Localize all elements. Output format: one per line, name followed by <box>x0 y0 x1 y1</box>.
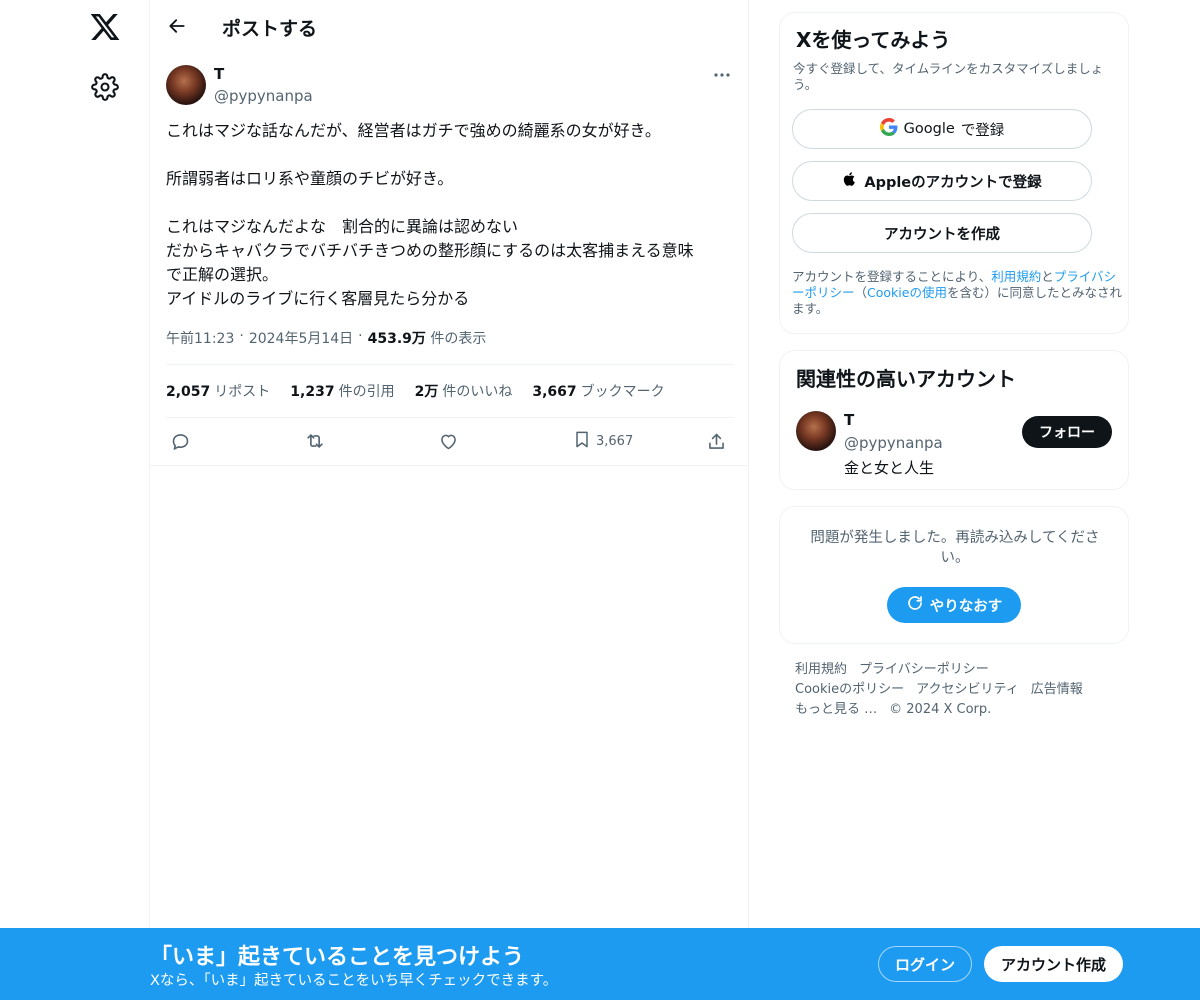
google-signup-label: で登録 <box>960 122 1005 139</box>
bookmark-icon <box>572 429 592 454</box>
signup-banner: 「いま」起きていることを見つけよう Xなら、「いま」起きていることをいち早くチェ… <box>0 928 1200 1000</box>
bookmarks-stat[interactable]: 3,667 ブックマーク <box>532 381 664 401</box>
related-account-name[interactable]: T <box>844 411 854 429</box>
arrow-left-icon[interactable] <box>162 11 192 41</box>
retry-label: やりなおす <box>929 598 1003 615</box>
footer-terms-link[interactable]: 利用規約 <box>795 662 847 677</box>
create-account-button[interactable]: アカウントを作成 <box>792 213 1092 253</box>
banner-subtitle: Xなら、「いま」起きていることをいち早くチェックできます。 <box>150 973 558 989</box>
divider <box>166 364 734 365</box>
signup-card-title: Xを使ってみよう <box>796 28 951 52</box>
avatar[interactable] <box>796 411 836 451</box>
legal-text: と <box>1041 269 1054 284</box>
post-actions: 3,667 <box>150 427 749 457</box>
bookmarks-count: 3,667 <box>532 384 577 400</box>
quotes-count: 1,237 <box>290 384 335 400</box>
reposts-stat[interactable]: 2,057 リポスト <box>166 381 270 401</box>
terms-link[interactable]: 利用規約 <box>991 269 1041 284</box>
post-time[interactable]: 午前11:23 <box>166 328 234 348</box>
gear-icon[interactable] <box>91 73 119 101</box>
error-message: 問題が発生しました。再読み込みしてください。 <box>810 530 1100 566</box>
related-account-bio: 金と女と人生 <box>844 459 935 477</box>
meta-separator: · <box>239 328 244 344</box>
author-name[interactable]: T <box>214 65 224 83</box>
likes-count: 2万 <box>414 384 439 400</box>
reposts-label: リポスト <box>214 384 271 400</box>
google-signup-button[interactable]: Google で登録 <box>792 109 1092 149</box>
post-detail-column: ポストする T @pypynanpa これはマジな話なんだが、経営者はガチで強め… <box>150 0 749 1000</box>
left-nav <box>0 0 150 1000</box>
banner-create-account-button[interactable]: アカウント作成 <box>984 946 1123 982</box>
signup-card-subtitle: 今すぐ登録して、タイムラインをカスタマイズしましょう。 <box>793 61 1104 92</box>
retry-button[interactable]: やりなおす <box>887 587 1021 623</box>
post-line: これはマジなんだよな 割合的に異論は認めない <box>166 217 519 236</box>
quotes-label: 件の引用 <box>338 384 395 400</box>
post-line: だからキャバクラでバチバチきつめの整形顔にするのは太客捕まえる意味 <box>166 241 694 260</box>
footer-links: 利用規約 プライバシーポリシー Cookieのポリシー アクセシビリティ 広告情報 も… <box>795 660 1115 720</box>
footer-ads-link[interactable]: 広告情報 <box>1031 682 1083 697</box>
avatar[interactable] <box>166 65 206 105</box>
apple-icon <box>842 170 858 192</box>
footer-privacy-link[interactable]: プライバシーポリシー <box>859 662 989 677</box>
post-line: 所謂弱者はロリ系や童顔のチビが好き。 <box>166 169 454 188</box>
related-account-handle[interactable]: @pypynanpa <box>844 434 943 452</box>
signup-card: Xを使ってみよう 今すぐ登録して、タイムラインをカスタマイズしましょう。 Goo… <box>779 12 1129 334</box>
share-icon[interactable] <box>706 427 727 455</box>
cookie-link[interactable]: Cookieの使用 <box>867 285 947 300</box>
top-bar: ポストする <box>150 0 749 53</box>
follow-button[interactable]: フォロー <box>1022 416 1112 448</box>
login-button[interactable]: ログイン <box>878 946 972 982</box>
post-line: で正解の選択。 <box>166 265 279 284</box>
page-title: ポストする <box>222 18 318 40</box>
divider <box>150 465 749 466</box>
repost-icon[interactable] <box>304 427 326 455</box>
footer-cookie-link[interactable]: Cookieのポリシー <box>795 682 904 697</box>
meta-separator: · <box>358 328 363 344</box>
bookmark-count: 3,667 <box>596 433 634 449</box>
footer-row: 利用規約 プライバシーポリシー <box>795 660 1115 680</box>
post-date[interactable]: 2024年5月14日 <box>249 328 353 348</box>
post-line: アイドルのライブに行く客層見たら分かる <box>166 289 470 308</box>
engagement-stats: 2,057 リポスト 1,237 件の引用 2万 件のいいね 3,667 ブックマーク <box>166 381 665 401</box>
footer-row: もっと見る … © 2024 X Corp. <box>795 700 1115 720</box>
divider <box>166 417 734 418</box>
related-card-title: 関連性の高いアカウント <box>796 367 1016 391</box>
view-count-value: 453.9万 <box>367 331 426 347</box>
reply-icon[interactable] <box>170 427 191 455</box>
error-card: 問題が発生しました。再読み込みしてください。 やりなおす <box>779 506 1129 644</box>
create-account-label: アカウントを作成 <box>884 226 1000 243</box>
legal-text: （ <box>854 285 868 300</box>
like-icon[interactable] <box>438 427 459 455</box>
author-handle[interactable]: @pypynanpa <box>214 87 313 105</box>
quotes-stat[interactable]: 1,237 件の引用 <box>290 381 394 401</box>
footer-copyright: © 2024 X Corp. <box>889 702 992 717</box>
google-icon <box>879 118 898 140</box>
bookmarks-label: ブックマーク <box>580 384 665 400</box>
bookmark-button[interactable]: 3,667 <box>572 427 633 455</box>
post-line: これはマジな話なんだが、経営者はガチで強めの綺麗系の女が好き。 <box>166 121 661 140</box>
legal-notice: アカウントを登録することにより、利用規約とプライバシーポリシー（Cookieの使… <box>792 269 1122 317</box>
reposts-count: 2,057 <box>166 384 211 400</box>
footer-row: Cookieのポリシー アクセシビリティ 広告情報 <box>795 680 1115 700</box>
related-accounts-card: 関連性の高いアカウント T @pypynanpa 金と女と人生 フォロー <box>779 350 1129 490</box>
post-meta: 午前11:23 · 2024年5月14日 · 453.9万 件の表示 <box>166 328 486 348</box>
post-line-blank <box>166 191 734 215</box>
likes-label: 件のいいね <box>442 384 513 400</box>
x-logo-icon[interactable] <box>89 11 121 43</box>
legal-text: アカウントを登録することにより、 <box>792 269 992 284</box>
google-brand-label: Google <box>903 121 955 137</box>
likes-stat[interactable]: 2万 件のいいね <box>415 381 513 401</box>
post-text: これはマジな話なんだが、経営者はガチで強めの綺麗系の女が好き。 所謂弱者はロリ系… <box>166 119 734 311</box>
footer-more-link[interactable]: もっと見る … <box>795 702 877 717</box>
view-count-label: 件の表示 <box>430 331 487 347</box>
footer-accessibility-link[interactable]: アクセシビリティ <box>916 682 1019 697</box>
post-line-blank <box>166 143 734 167</box>
banner-title: 「いま」起きていることを見つけよう <box>150 945 525 970</box>
view-count: 453.9万 件の表示 <box>368 328 487 348</box>
apple-signup-button[interactable]: Appleのアカウントで登録 <box>792 161 1092 201</box>
apple-signup-label: Appleのアカウントで登録 <box>864 174 1042 191</box>
more-options-icon[interactable] <box>710 66 734 84</box>
refresh-icon <box>906 594 924 616</box>
